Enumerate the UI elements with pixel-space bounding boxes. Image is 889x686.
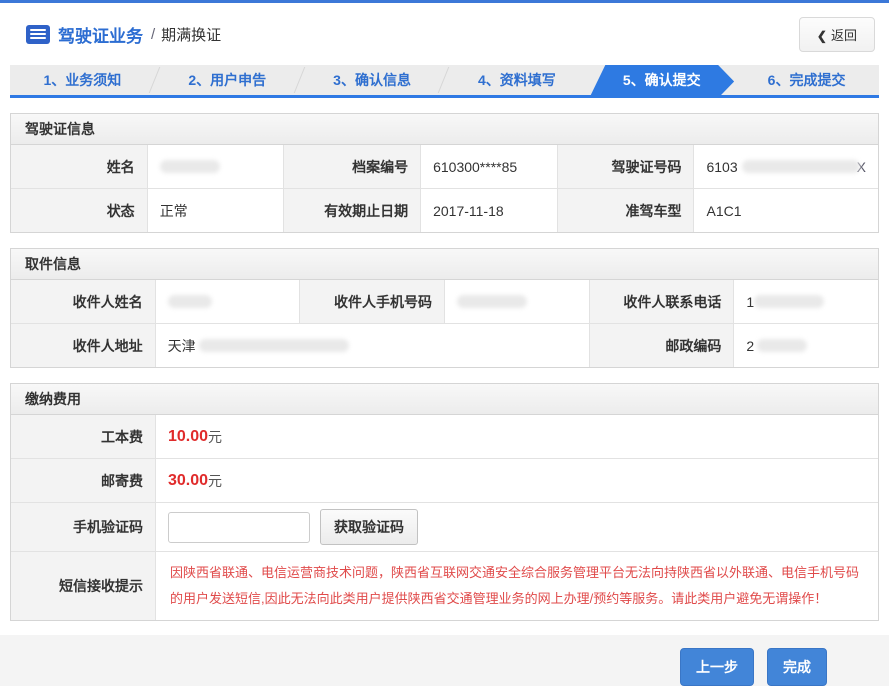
recipient-mobile-label: 收件人手机号码: [300, 280, 444, 323]
license-info-section: 驾驶证信息 姓名 档案编号 610300****85 驾驶证号码 6103X 状…: [10, 113, 879, 233]
redacted-recipient-phone: [754, 295, 824, 308]
file-no-value: 610300****85: [421, 145, 557, 188]
license-info-title: 驾驶证信息: [11, 114, 878, 145]
previous-step-button[interactable]: 上一步: [680, 648, 754, 686]
license-form-icon: [26, 25, 50, 44]
redacted-recipient-address: [199, 339, 349, 352]
redacted-recipient-name: [168, 295, 212, 308]
vehicle-class-value: A1C1: [694, 189, 878, 232]
recipient-address-prefix: 天津: [168, 336, 196, 356]
redacted-name: [160, 160, 220, 173]
valid-until-label: 有效期止日期: [284, 189, 420, 232]
postal-code-label: 邮政编码: [590, 324, 734, 367]
recipient-address-value: 天津: [156, 324, 589, 367]
status-value: 正常: [148, 189, 284, 232]
step-2-user-declaration: 2、用户申告: [155, 65, 300, 95]
pickup-info-title: 取件信息: [11, 249, 878, 280]
get-sms-code-button[interactable]: 获取验证码: [320, 509, 418, 545]
vehicle-class-label: 准驾车型: [558, 189, 694, 232]
license-no-prefix: 6103: [706, 159, 737, 175]
postage-fee-label: 邮寄费: [11, 459, 155, 502]
sms-notice-value: 因陕西省联通、电信运营商技术问题，陕西省互联网交通安全综合服务管理平台无法向持陕…: [156, 552, 878, 620]
step-wizard: 1、业务须知 2、用户申告 3、确认信息 4、资料填写 5、确认提交 6、完成提…: [10, 65, 879, 98]
sms-notice-warning-text: 因陕西省联通、电信运营商技术问题，陕西省互联网交通安全综合服务管理平台无法向持陕…: [168, 558, 866, 614]
postage-fee-value: 30.00元: [156, 459, 878, 502]
recipient-address-label: 收件人地址: [11, 324, 155, 367]
step-3-confirm-info: 3、确认信息: [300, 65, 445, 95]
production-fee-label: 工本费: [11, 415, 155, 458]
redacted-recipient-mobile: [457, 295, 527, 308]
recipient-phone-value: 1: [734, 280, 878, 323]
license-no-label: 驾驶证号码: [558, 145, 694, 188]
license-no-value: 6103X: [694, 145, 878, 188]
step-1-business-notice: 1、业务须知: [10, 65, 155, 95]
fees-section: 缴纳费用 工本费 10.00元 邮寄费 30.00元 手机验证码 获取验证码 短…: [10, 383, 879, 621]
production-fee-amount: 10.00: [168, 428, 208, 446]
postal-code-prefix: 2: [746, 338, 754, 354]
step-4-fill-materials: 4、资料填写: [444, 65, 589, 95]
name-value: [148, 145, 284, 188]
name-label: 姓名: [11, 145, 147, 188]
redacted-license-no: [742, 160, 860, 173]
production-fee-unit: 元: [208, 427, 222, 447]
recipient-phone-label: 收件人联系电话: [590, 280, 734, 323]
recipient-name-label: 收件人姓名: [11, 280, 155, 323]
back-button-label: 返回: [831, 28, 857, 43]
page-header: 驾驶证业务 / 期满换证 ❮ 返回: [0, 3, 889, 65]
back-button[interactable]: ❮ 返回: [799, 17, 875, 52]
recipient-name-value: [156, 280, 300, 323]
production-fee-value: 10.00元: [156, 415, 878, 458]
finish-button[interactable]: 完成: [767, 648, 827, 686]
postal-code-value: 2: [734, 324, 878, 367]
valid-until-value: 2017-11-18: [421, 189, 557, 232]
file-no-label: 档案编号: [284, 145, 420, 188]
recipient-mobile-value: [445, 280, 589, 323]
sms-notice-label: 短信接收提示: [11, 552, 155, 620]
sms-code-row: 获取验证码: [156, 503, 878, 551]
breadcrumb-current: 期满换证: [161, 24, 221, 45]
recipient-phone-prefix: 1: [746, 294, 754, 310]
postage-fee-unit: 元: [208, 471, 222, 491]
postage-fee-amount: 30.00: [168, 472, 208, 490]
status-label: 状态: [11, 189, 147, 232]
chevron-left-icon: ❮: [817, 29, 827, 43]
footer-action-bar: 上一步 完成: [0, 635, 889, 686]
sms-code-label: 手机验证码: [11, 503, 155, 551]
pickup-info-section: 取件信息 收件人姓名 收件人手机号码 收件人联系电话 1 收件人地址 天津 邮政…: [10, 248, 879, 368]
sms-code-input[interactable]: [168, 512, 310, 543]
fees-title: 缴纳费用: [11, 384, 878, 415]
redacted-postal-code: [757, 339, 807, 352]
page-title: 驾驶证业务: [58, 22, 143, 47]
step-6-finish-submit: 6、完成提交: [734, 65, 879, 95]
breadcrumb-separator: /: [151, 26, 155, 43]
step-5-confirm-submit: 5、确认提交: [589, 65, 734, 98]
